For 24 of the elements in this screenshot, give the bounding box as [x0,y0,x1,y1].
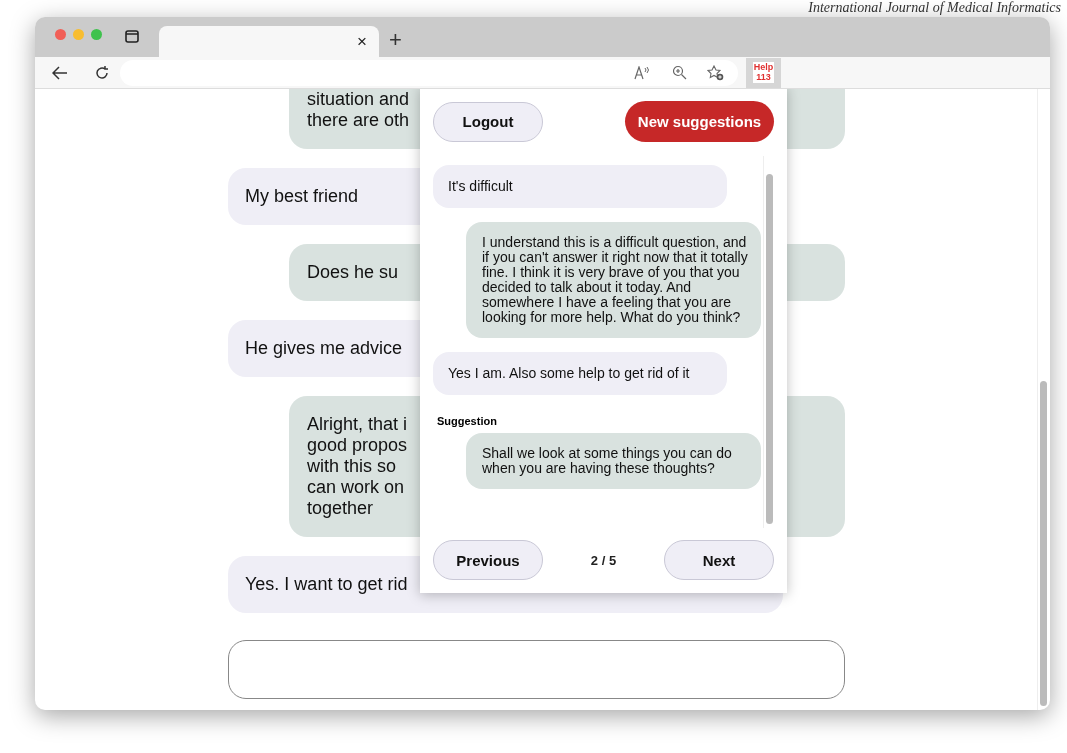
browser-tab[interactable]: × [159,26,379,57]
previous-button[interactable]: Previous [433,540,543,580]
next-button[interactable]: Next [664,540,774,580]
new-tab-button[interactable]: + [389,29,402,51]
sidebar-icon[interactable] [125,30,139,43]
chat-message: It's difficult [433,165,727,208]
suggestion-label: Suggestion [437,415,498,427]
reload-icon[interactable] [94,64,110,81]
new-suggestions-button[interactable]: New suggestions [625,101,774,142]
tab-close-button[interactable]: × [357,33,367,50]
zoom-icon[interactable] [672,65,687,80]
back-icon[interactable] [52,65,68,80]
scrollbar-thumb[interactable] [766,174,773,524]
journal-caption: International Journal of Medical Informatics [808,0,1061,16]
message-input-field[interactable] [228,640,845,699]
logout-button[interactable]: Logout [433,101,543,142]
close-window-icon[interactable] [55,29,66,40]
chat-message: Yes I am. Also some help to get rid of it [433,352,727,395]
favorite-add-icon[interactable] [707,64,724,81]
read-aloud-icon[interactable] [634,65,652,80]
chat-message: Shall we look at some things you can do when you are having these thoughts? [466,433,761,489]
extension-button[interactable]: Help 113 [746,57,781,88]
scrollbar-thumb[interactable] [1040,381,1047,706]
chat-message: I understand this is a difficult question, and if you can't answer it right now that it totally fine. I think it is very brave of you that you decided to talk about it today. And somewhere I have a feeling that you are looking for more help. What do you think? [466,222,761,338]
